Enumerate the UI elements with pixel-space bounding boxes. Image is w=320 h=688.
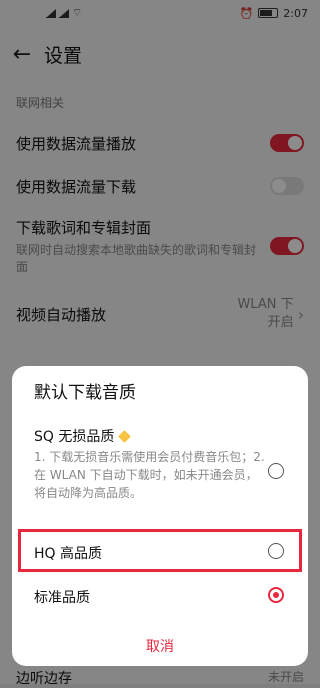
- cancel-button[interactable]: 取消: [12, 636, 308, 656]
- diamond-icon: [118, 429, 132, 443]
- sq-radio[interactable]: [268, 463, 284, 479]
- option-sq-desc: 1. 下载无损音乐需使用会员付费音乐包；2. 在 WLAN 下自动下载时，如未开…: [34, 450, 265, 500]
- dialog-title: 默认下载音质: [34, 383, 136, 403]
- option-standard-label: 标准品质: [34, 590, 90, 606]
- quality-dialog: 默认下载音质 SQ 无损品质 1. 下载无损音乐需使用会员付费音乐包；2. 在 …: [12, 366, 308, 666]
- option-hq-label: HQ 高品质: [34, 546, 102, 562]
- hq-radio[interactable]: [268, 543, 284, 559]
- option-hq[interactable]: HQ 高品质: [34, 543, 102, 563]
- option-sq[interactable]: SQ 无损品质: [34, 426, 132, 446]
- standard-radio[interactable]: [268, 587, 284, 603]
- option-sq-label: SQ 无损品质: [34, 429, 115, 445]
- option-standard[interactable]: 标准品质: [34, 587, 90, 607]
